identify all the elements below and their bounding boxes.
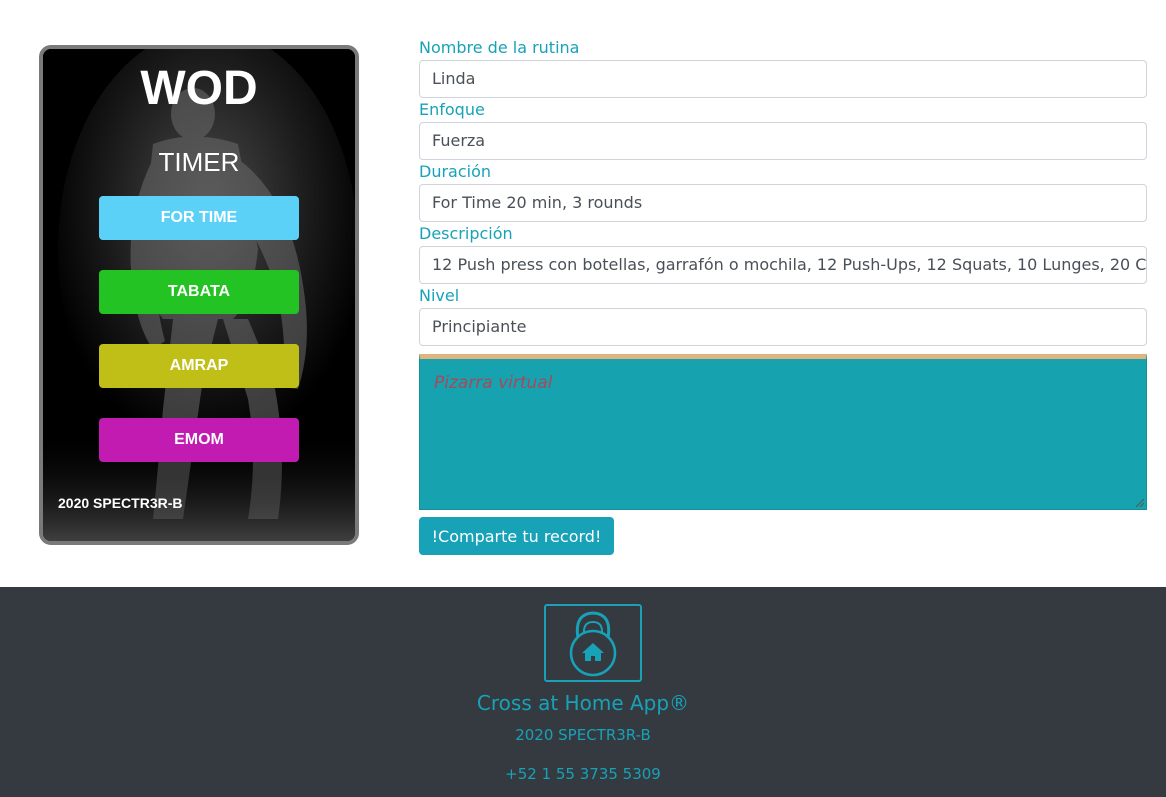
amrap-button[interactable]: AMRAP bbox=[99, 344, 299, 388]
focus-input[interactable]: Fuerza bbox=[419, 122, 1147, 160]
timer-subtitle: TIMER bbox=[158, 147, 240, 177]
board-placeholder: Pizarra virtual bbox=[434, 373, 553, 393]
focus-label: Enfoque bbox=[419, 100, 485, 119]
for-time-button[interactable]: FOR TIME bbox=[99, 196, 299, 240]
description-input[interactable]: 12 Push press con botellas, garrafón o m… bbox=[419, 246, 1147, 284]
level-label: Nivel bbox=[419, 286, 460, 305]
level-input[interactable]: Principiante bbox=[419, 308, 1147, 346]
page-footer: Cross at Home App® 2020 SPECTR3R-B +52 1… bbox=[0, 587, 1166, 797]
timer-card: WOD TIMER FOR TIME TABATA AMRAP EMOM 202… bbox=[39, 45, 359, 545]
routine-name-label: Nombre de la rutina bbox=[419, 38, 580, 57]
footer-copyright: 2020 SPECTR3R-B bbox=[515, 726, 651, 744]
resize-grip-icon[interactable] bbox=[1136, 499, 1144, 507]
share-record-button[interactable]: !Comparte tu record! bbox=[419, 517, 614, 555]
card-copyright: 2020 SPECTR3R-B bbox=[58, 495, 183, 511]
wod-title: WOD bbox=[140, 62, 258, 115]
description-label: Descripción bbox=[419, 224, 513, 243]
duration-label: Duración bbox=[419, 162, 492, 181]
duration-input[interactable]: For Time 20 min, 3 rounds bbox=[419, 184, 1147, 222]
kettlebell-home-icon bbox=[544, 604, 642, 682]
routine-form: Nombre de la rutina Linda Enfoque Fuerza… bbox=[419, 36, 1147, 346]
tabata-button[interactable]: TABATA bbox=[99, 270, 299, 314]
emom-button[interactable]: EMOM bbox=[99, 418, 299, 462]
routine-name-input[interactable]: Linda bbox=[419, 60, 1147, 98]
footer-phone[interactable]: +52 1 55 3735 5309 bbox=[0, 765, 1166, 783]
virtual-board-textarea[interactable]: Pizarra virtual bbox=[419, 354, 1147, 510]
footer-brand: Cross at Home App® bbox=[476, 691, 690, 715]
